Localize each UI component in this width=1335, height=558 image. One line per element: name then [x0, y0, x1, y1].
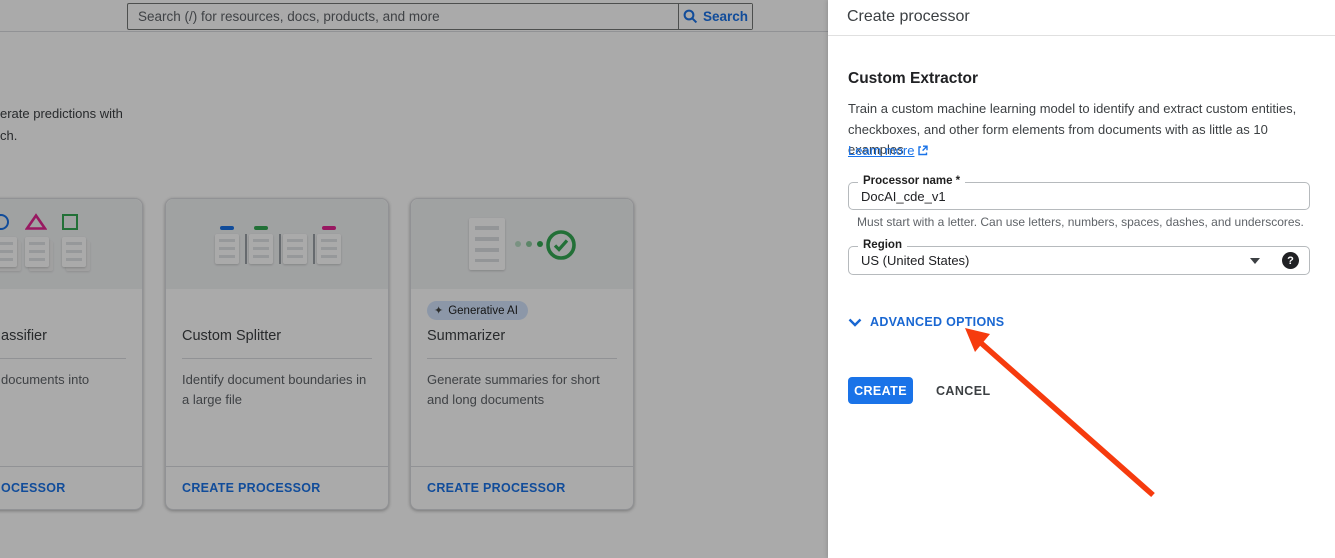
processor-name-label: Processor name *: [858, 175, 965, 187]
create-button[interactable]: CREATE: [848, 377, 913, 404]
processor-type-heading: Custom Extractor: [848, 70, 978, 88]
modal-scrim[interactable]: [0, 0, 829, 558]
external-link-icon: [917, 145, 928, 156]
create-processor-panel: Create processor Custom Extractor Train …: [828, 0, 1335, 558]
region-help-icon[interactable]: ?: [1282, 252, 1299, 269]
region-select[interactable]: Region US (United States) ?: [848, 246, 1310, 275]
chevron-down-icon: [848, 318, 862, 327]
processor-name-helper-text: Must start with a letter. Can use letter…: [857, 215, 1304, 229]
learn-more-link[interactable]: Learn more: [848, 143, 928, 158]
app-viewport: Search erate predictions with ch. assifi…: [0, 0, 1335, 558]
dropdown-arrow-icon: [1250, 258, 1260, 264]
processor-name-field[interactable]: Processor name *: [848, 182, 1310, 210]
panel-title: Create processor: [847, 8, 970, 26]
advanced-options-toggle[interactable]: ADVANCED OPTIONS: [848, 315, 1004, 329]
cancel-button[interactable]: CANCEL: [924, 377, 1002, 404]
region-label: Region: [858, 239, 907, 251]
region-selected-value: US (United States): [849, 253, 1250, 268]
